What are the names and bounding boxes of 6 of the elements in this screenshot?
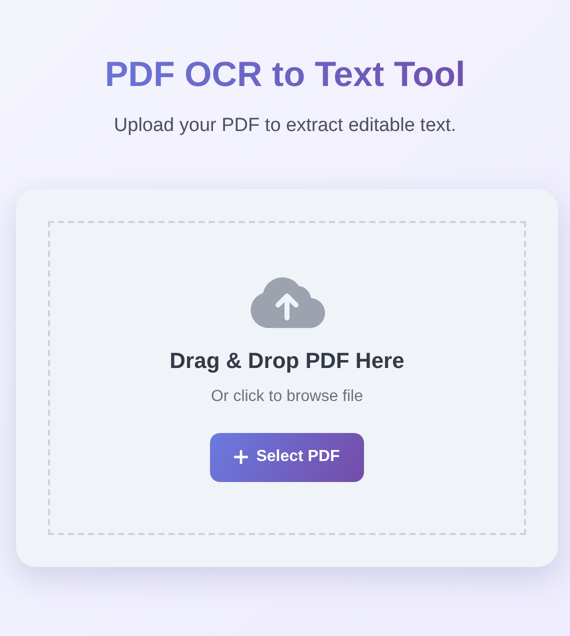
select-pdf-button[interactable]: Select PDF [210, 432, 364, 482]
plus-icon [234, 450, 248, 464]
drop-zone[interactable]: Drag & Drop PDF Here Or click to browse file Select PDF [48, 220, 526, 534]
page-subtitle: Upload your PDF to extract editable text. [114, 114, 456, 138]
drop-hint: Or click to browse file [210, 386, 364, 406]
drop-heading: Drag & Drop PDF Here [170, 346, 404, 375]
